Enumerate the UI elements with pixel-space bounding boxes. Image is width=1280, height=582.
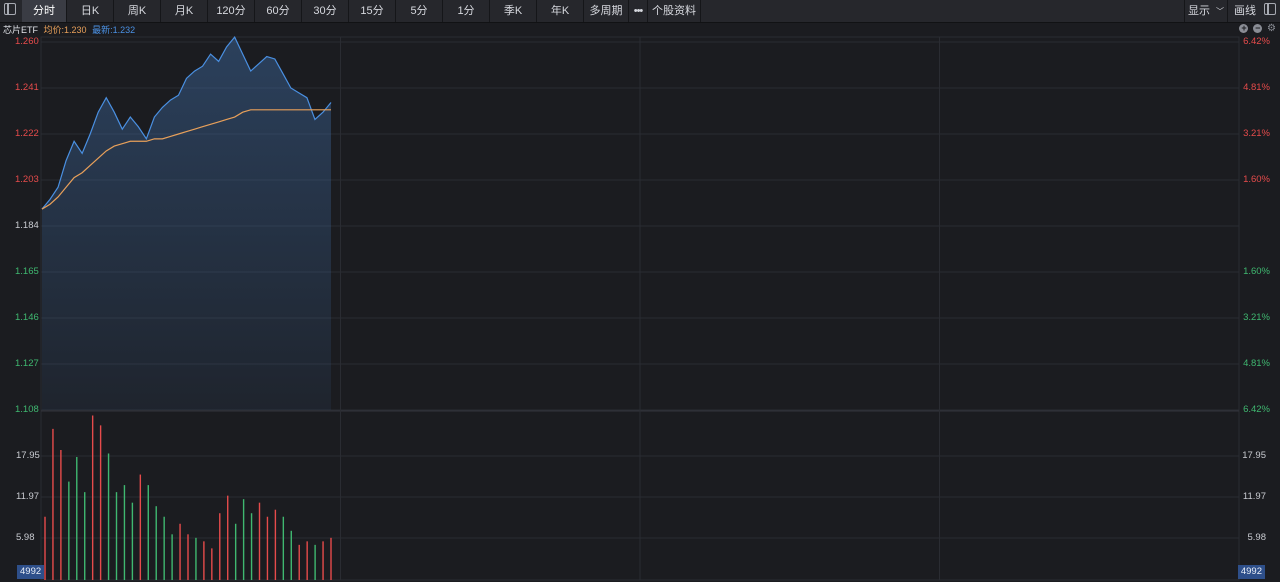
volume-badge-left: 4992 — [17, 565, 45, 579]
percent-tick-label: 1.60% — [1243, 266, 1270, 277]
volume-tick-label-right: 17.95 — [1242, 450, 1266, 461]
price-tick-label: 1.165 — [15, 266, 39, 277]
price-area — [42, 37, 331, 410]
volume-badge-right: 4992 — [1237, 565, 1265, 579]
volume-tick-label-right: 11.97 — [1242, 491, 1266, 502]
price-tick-label: 1.203 — [15, 174, 39, 185]
volume-tick-label-left: 17.95 — [16, 450, 40, 461]
percent-tick-label: 6.42% — [1243, 404, 1270, 415]
price-tick-label: 1.184 — [15, 220, 39, 231]
volume-tick-label-left: 11.97 — [16, 491, 40, 502]
price-tick-label: 1.127 — [15, 358, 39, 369]
volume-tick-label-right: 5.98 — [1247, 532, 1267, 543]
percent-tick-label: 3.21% — [1243, 312, 1270, 323]
percent-tick-label: 4.81% — [1243, 358, 1270, 369]
price-tick-label: 1.260 — [15, 36, 39, 47]
price-tick-label: 1.108 — [15, 404, 39, 415]
percent-tick-label: 6.42% — [1243, 36, 1270, 47]
price-tick-label: 1.241 — [15, 82, 39, 93]
price-tick-label: 1.146 — [15, 312, 39, 323]
percent-tick-label: 3.21% — [1243, 128, 1270, 139]
price-tick-label: 1.222 — [15, 128, 39, 139]
percent-tick-label: 4.81% — [1243, 82, 1270, 93]
volume-tick-label-left: 5.98 — [16, 532, 35, 543]
intraday-chart[interactable] — [0, 0, 1280, 582]
percent-tick-label: 1.60% — [1243, 174, 1270, 185]
